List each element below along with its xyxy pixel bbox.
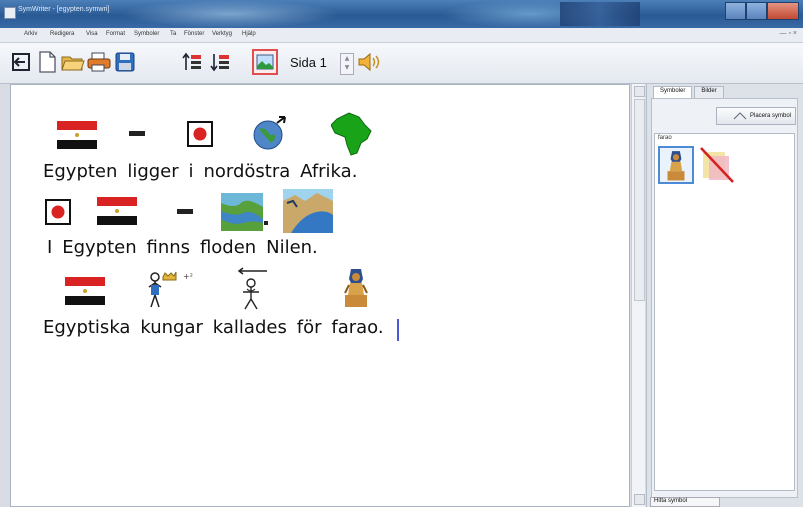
decrease-spacing-icon[interactable] (208, 49, 234, 75)
document-area[interactable]: Egypten ligger i nordöstra Afrika. I Egypten f… (10, 84, 630, 507)
menu-symboler[interactable]: Symboler (134, 31, 159, 37)
window-title: SymWriter - [egypten.symwri] (18, 6, 110, 13)
word[interactable]: floden (200, 237, 256, 258)
dot-icon (264, 221, 268, 225)
africa-icon (331, 112, 372, 156)
word[interactable]: Nilen. (266, 237, 318, 258)
save-icon[interactable] (112, 49, 138, 75)
speaker-icon[interactable] (356, 49, 382, 75)
place-symbol-icon (733, 112, 747, 120)
word[interactable]: kallades (213, 317, 287, 338)
page-spinner[interactable]: ▲ ▼ (340, 53, 354, 75)
menu-fonster[interactable]: Fönster (184, 31, 204, 37)
word[interactable]: kungar (140, 317, 203, 338)
app-icon (4, 7, 16, 19)
symbol-panel: Symboler Bilder Placera symbol farao (646, 84, 803, 507)
find-symbol-button[interactable]: Hitta symbol (650, 497, 720, 507)
symbol-row-3: +² (11, 263, 621, 311)
toolbar: Sida 1 ▲ ▼ (0, 43, 803, 84)
word[interactable]: finns (147, 237, 191, 258)
panel-tabs: Symboler Bilder (653, 86, 726, 98)
tab-symboler[interactable]: Symboler (653, 86, 693, 98)
dash-icon (177, 209, 193, 214)
scroll-thumb[interactable] (634, 99, 645, 301)
word[interactable]: för (297, 317, 322, 338)
word[interactable]: I (47, 237, 52, 258)
sentence-2: I Egypten finns floden Nilen. (47, 237, 328, 258)
egypt-flag-icon (97, 197, 137, 225)
title-bar-glow (120, 0, 340, 28)
menu-visa[interactable]: Visa (86, 31, 98, 37)
sentence-1: Egypten ligger i nordöstra Afrika. (43, 161, 367, 182)
title-bar: SymWriter - [egypten.symwri] (0, 0, 803, 28)
exit-icon[interactable] (8, 49, 34, 75)
word[interactable]: farao. (331, 317, 383, 338)
pharaoh-icon (344, 269, 368, 307)
picture-icon[interactable] (252, 49, 278, 75)
symbol-row-1 (11, 111, 621, 159)
country-dot-icon (45, 199, 71, 225)
word[interactable]: Egypten (62, 237, 136, 258)
window-controls (725, 2, 799, 20)
page-indicator: Sida 1 (290, 55, 327, 70)
text-caret (397, 319, 399, 341)
menu-ta[interactable]: Ta (170, 31, 176, 37)
scroll-down-icon[interactable] (634, 494, 645, 505)
spin-down-icon[interactable]: ▼ (341, 63, 353, 72)
no-symbol-icon (700, 147, 734, 183)
king-icon: +² (148, 271, 193, 308)
menu-bar: Arkiv Redigera Visa Format Symboler Ta F… (0, 28, 803, 43)
symbol-list: farao (654, 133, 795, 491)
sentence-3: Egyptiska kungar kallades för farao. (43, 317, 393, 338)
river-icon (221, 193, 263, 231)
word[interactable]: i (189, 161, 194, 182)
maximize-button[interactable] (745, 2, 767, 20)
close-button[interactable] (766, 2, 799, 20)
symbol-option-pharaoh[interactable] (658, 146, 694, 184)
menu-verktyg[interactable]: Verktyg (212, 31, 232, 37)
pharaoh-icon (667, 151, 685, 181)
place-symbol-button[interactable]: Placera symbol (716, 107, 796, 125)
egypt-flag-icon (57, 121, 97, 149)
called-icon (237, 267, 267, 310)
word[interactable]: nordöstra (203, 161, 290, 182)
word[interactable]: Afrika. (300, 161, 357, 182)
spin-up-icon[interactable]: ▲ (341, 54, 353, 63)
symbol-row-2 (11, 189, 621, 237)
menu-redigera[interactable]: Redigera (50, 31, 74, 37)
globe-icon (253, 116, 286, 150)
panel-content: Placera symbol farao (651, 98, 798, 498)
dash-icon (129, 131, 145, 136)
word[interactable]: ligger (127, 161, 178, 182)
print-icon[interactable] (86, 49, 112, 75)
symbol-list-header: farao (658, 135, 672, 141)
menu-format[interactable]: Format (106, 31, 125, 37)
increase-spacing-icon[interactable] (180, 49, 206, 75)
open-folder-icon[interactable] (60, 49, 86, 75)
svg-text:+²: +² (183, 272, 193, 281)
word[interactable]: Egyptiska (43, 317, 130, 338)
scroll-up-icon[interactable] (634, 86, 645, 97)
menu-hjalp[interactable]: Hjälp (242, 31, 256, 37)
menu-arkiv[interactable]: Arkiv (24, 31, 37, 37)
place-symbol-label: Placera symbol (749, 113, 791, 119)
minimize-button[interactable] (725, 2, 746, 20)
document-scrollbar[interactable] (631, 84, 645, 507)
egypt-flag-icon (65, 277, 105, 305)
nile-icon (283, 189, 333, 233)
title-bar-shade (560, 2, 640, 26)
word[interactable]: Egypten (43, 161, 117, 182)
country-dot-icon (187, 121, 213, 147)
new-document-icon[interactable] (34, 49, 60, 75)
mdi-controls[interactable]: — ▫ × (780, 30, 797, 37)
tab-bilder[interactable]: Bilder (694, 86, 724, 98)
symbol-option-no-symbol[interactable] (699, 146, 735, 184)
